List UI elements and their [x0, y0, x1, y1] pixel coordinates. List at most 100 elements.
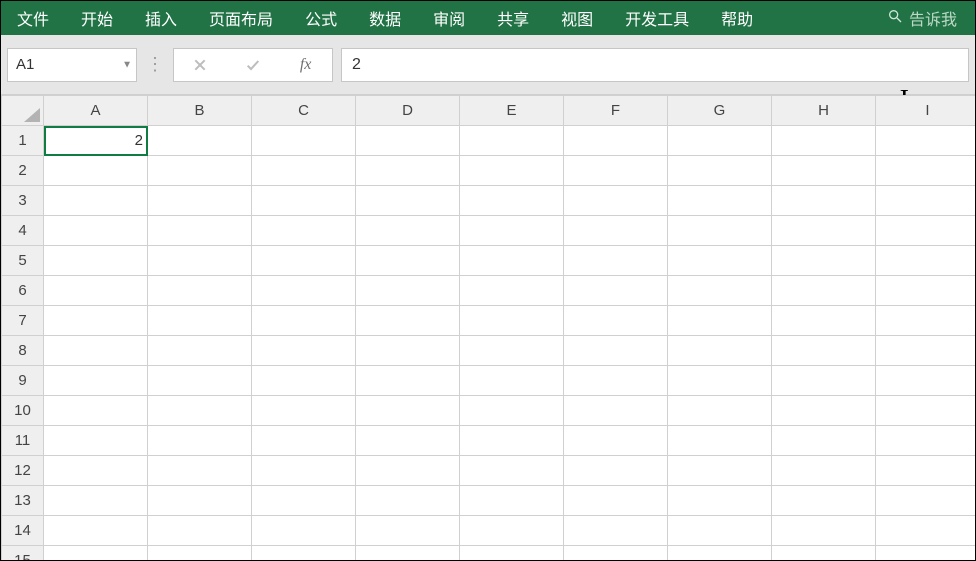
- cell-F1[interactable]: [564, 126, 668, 156]
- row-header-8[interactable]: 8: [2, 336, 44, 366]
- cell-C15[interactable]: [252, 546, 356, 561]
- cell-D4[interactable]: [356, 216, 460, 246]
- cell-E3[interactable]: [460, 186, 564, 216]
- cell-G2[interactable]: [668, 156, 772, 186]
- cell-I1[interactable]: [876, 126, 976, 156]
- formula-input[interactable]: [342, 49, 968, 81]
- cell-E14[interactable]: [460, 516, 564, 546]
- cell-A7[interactable]: [44, 306, 148, 336]
- cell-A9[interactable]: [44, 366, 148, 396]
- cell-H5[interactable]: [772, 246, 876, 276]
- cell-B8[interactable]: [148, 336, 252, 366]
- cell-B2[interactable]: [148, 156, 252, 186]
- cell-D1[interactable]: [356, 126, 460, 156]
- cell-F2[interactable]: [564, 156, 668, 186]
- tab-developer[interactable]: 开发工具: [609, 1, 705, 35]
- col-header-F[interactable]: F: [564, 96, 668, 126]
- cell-D7[interactable]: [356, 306, 460, 336]
- cell-F3[interactable]: [564, 186, 668, 216]
- cell-I10[interactable]: [876, 396, 976, 426]
- cell-F4[interactable]: [564, 216, 668, 246]
- cell-A12[interactable]: [44, 456, 148, 486]
- cell-E7[interactable]: [460, 306, 564, 336]
- cell-D6[interactable]: [356, 276, 460, 306]
- cell-G12[interactable]: [668, 456, 772, 486]
- tab-review[interactable]: 审阅: [417, 1, 481, 35]
- row-header-1[interactable]: 1: [2, 126, 44, 156]
- cell-E1[interactable]: [460, 126, 564, 156]
- cell-I15[interactable]: [876, 546, 976, 561]
- cell-I5[interactable]: [876, 246, 976, 276]
- cell-D10[interactable]: [356, 396, 460, 426]
- cell-F12[interactable]: [564, 456, 668, 486]
- cancel-button[interactable]: [174, 49, 226, 81]
- cell-F9[interactable]: [564, 366, 668, 396]
- insert-function-button[interactable]: fx: [280, 49, 332, 81]
- cell-F15[interactable]: [564, 546, 668, 561]
- row-header-3[interactable]: 3: [2, 186, 44, 216]
- cell-I9[interactable]: [876, 366, 976, 396]
- spreadsheet-grid[interactable]: A B C D E F G H I 1223456789101112131415: [1, 95, 975, 560]
- cell-D8[interactable]: [356, 336, 460, 366]
- cell-A15[interactable]: [44, 546, 148, 561]
- tab-home[interactable]: 开始: [65, 1, 129, 35]
- cell-A4[interactable]: [44, 216, 148, 246]
- cell-D9[interactable]: [356, 366, 460, 396]
- row-header-5[interactable]: 5: [2, 246, 44, 276]
- cell-D15[interactable]: [356, 546, 460, 561]
- row-header-2[interactable]: 2: [2, 156, 44, 186]
- enter-button[interactable]: [227, 49, 279, 81]
- cell-B7[interactable]: [148, 306, 252, 336]
- col-header-A[interactable]: A: [44, 96, 148, 126]
- cell-H11[interactable]: [772, 426, 876, 456]
- row-header-4[interactable]: 4: [2, 216, 44, 246]
- cell-E2[interactable]: [460, 156, 564, 186]
- row-header-6[interactable]: 6: [2, 276, 44, 306]
- cell-B4[interactable]: [148, 216, 252, 246]
- cell-H10[interactable]: [772, 396, 876, 426]
- cell-A10[interactable]: [44, 396, 148, 426]
- tab-formulas[interactable]: 公式: [289, 1, 353, 35]
- cell-G3[interactable]: [668, 186, 772, 216]
- cell-G8[interactable]: [668, 336, 772, 366]
- cell-F6[interactable]: [564, 276, 668, 306]
- cell-H2[interactable]: [772, 156, 876, 186]
- tab-pagelayout[interactable]: 页面布局: [193, 1, 289, 35]
- col-header-B[interactable]: B: [148, 96, 252, 126]
- cell-C3[interactable]: [252, 186, 356, 216]
- col-header-D[interactable]: D: [356, 96, 460, 126]
- cell-B10[interactable]: [148, 396, 252, 426]
- cell-I3[interactable]: [876, 186, 976, 216]
- cell-H3[interactable]: [772, 186, 876, 216]
- cell-B14[interactable]: [148, 516, 252, 546]
- row-header-11[interactable]: 11: [2, 426, 44, 456]
- row-header-14[interactable]: 14: [2, 516, 44, 546]
- cell-H6[interactable]: [772, 276, 876, 306]
- cell-F8[interactable]: [564, 336, 668, 366]
- cell-B6[interactable]: [148, 276, 252, 306]
- cell-E9[interactable]: [460, 366, 564, 396]
- cell-I13[interactable]: [876, 486, 976, 516]
- cell-H14[interactable]: [772, 516, 876, 546]
- tab-insert[interactable]: 插入: [129, 1, 193, 35]
- cell-G13[interactable]: [668, 486, 772, 516]
- cell-E8[interactable]: [460, 336, 564, 366]
- cell-B15[interactable]: [148, 546, 252, 561]
- cell-H4[interactable]: [772, 216, 876, 246]
- cell-F10[interactable]: [564, 396, 668, 426]
- cell-F5[interactable]: [564, 246, 668, 276]
- cell-H13[interactable]: [772, 486, 876, 516]
- cell-F14[interactable]: [564, 516, 668, 546]
- cell-B3[interactable]: [148, 186, 252, 216]
- cell-C13[interactable]: [252, 486, 356, 516]
- cell-I7[interactable]: [876, 306, 976, 336]
- select-all-corner[interactable]: [2, 96, 44, 126]
- tab-share[interactable]: 共享: [481, 1, 545, 35]
- tab-help[interactable]: 帮助: [705, 1, 769, 35]
- cell-C6[interactable]: [252, 276, 356, 306]
- cell-E6[interactable]: [460, 276, 564, 306]
- cell-H8[interactable]: [772, 336, 876, 366]
- cell-F7[interactable]: [564, 306, 668, 336]
- name-box[interactable]: ▼: [7, 48, 137, 82]
- row-header-12[interactable]: 12: [2, 456, 44, 486]
